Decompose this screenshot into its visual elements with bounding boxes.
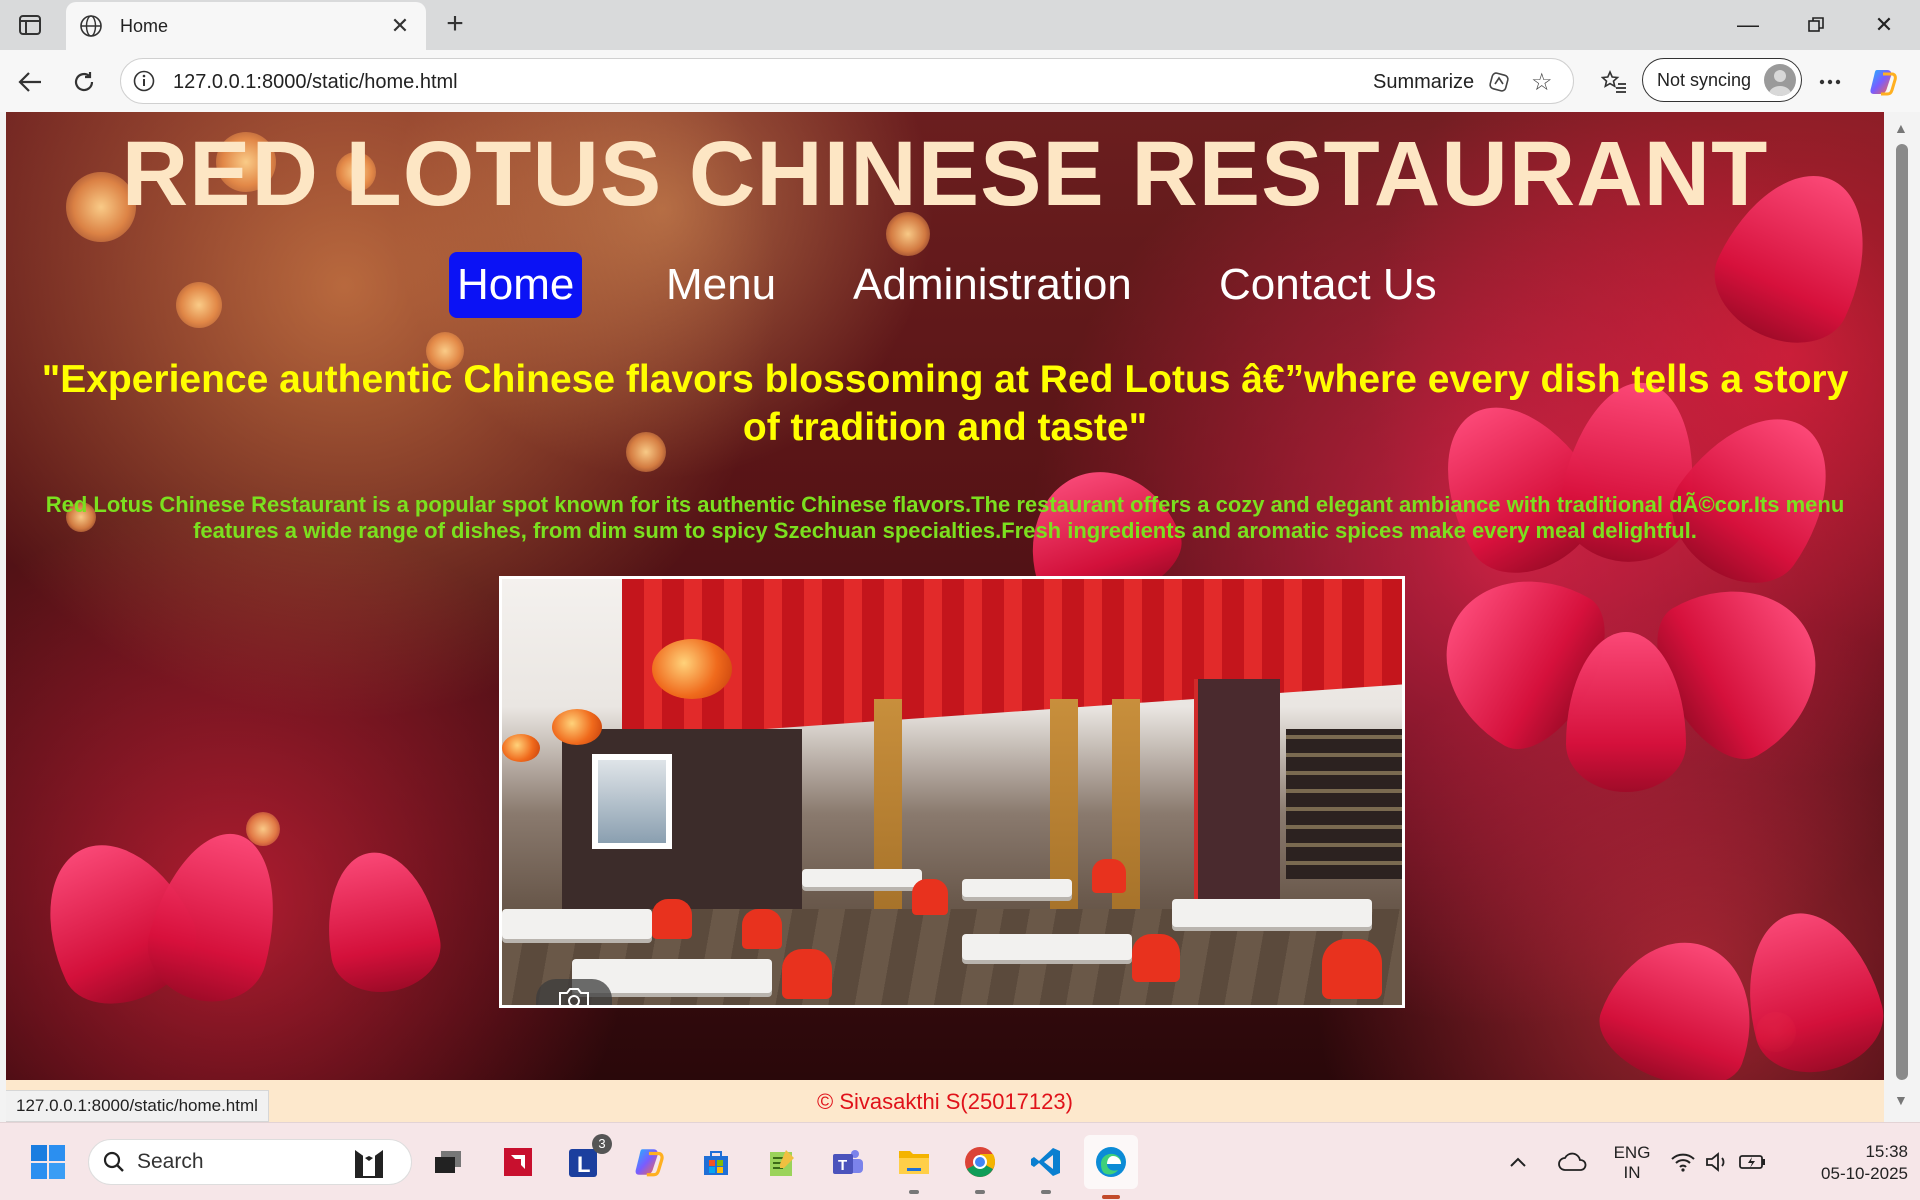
- search-label: Search: [137, 1150, 204, 1173]
- running-indicator: [975, 1190, 985, 1194]
- amd-icon[interactable]: [496, 1140, 540, 1184]
- scrollbar-thumb[interactable]: [1896, 144, 1908, 1080]
- address-bar[interactable]: 127.0.0.1:8000/static/home.html Summariz…: [120, 58, 1574, 104]
- lotus-petal: [1727, 897, 1884, 1080]
- image-chair: [1132, 934, 1180, 982]
- image-chair: [912, 879, 948, 915]
- svg-text:T: T: [838, 1157, 847, 1174]
- lang-line2: IN: [1623, 1163, 1641, 1182]
- tab-actions-icon[interactable]: [14, 12, 46, 38]
- language-indicator[interactable]: ENG IN: [1604, 1143, 1660, 1183]
- window-close-icon[interactable]: ✕: [1856, 8, 1912, 42]
- copilot-summarize-icon[interactable]: [1487, 70, 1511, 99]
- tagline: "Experience authentic Chinese flavors bl…: [41, 358, 1849, 449]
- image-chair: [742, 909, 782, 949]
- copilot-icon[interactable]: [1866, 64, 1902, 100]
- refresh-icon[interactable]: [66, 64, 102, 100]
- main-nav: Home Menu Administration Contact Us: [6, 252, 1884, 322]
- lotus-petal: [314, 843, 448, 1001]
- summarize-button[interactable]: Summarize: [1373, 71, 1474, 94]
- globe-icon: [78, 13, 104, 39]
- image-ceiling: [622, 579, 1402, 739]
- favorites-icon[interactable]: [1596, 64, 1632, 100]
- windows-taskbar: Search L 3 T ENG IN 15:38 05-10-2025: [0, 1122, 1920, 1200]
- start-icon[interactable]: [26, 1140, 70, 1184]
- image-table: [802, 869, 922, 887]
- browser-toolbar: 127.0.0.1:8000/static/home.html Summariz…: [0, 50, 1920, 112]
- restaurant-interior-image: [499, 576, 1405, 1008]
- running-indicator: [1041, 1190, 1051, 1194]
- scroll-up-icon[interactable]: ▲: [1894, 120, 1908, 136]
- running-indicator: [1102, 1195, 1120, 1199]
- lotus-petal: [1586, 920, 1776, 1080]
- clock-time: 15:38: [1865, 1142, 1908, 1161]
- notepad-icon[interactable]: [760, 1140, 804, 1184]
- back-icon[interactable]: [12, 64, 48, 100]
- vertical-scrollbar[interactable]: ▲ ▼: [1884, 112, 1920, 1122]
- lantern-icon: [652, 639, 732, 699]
- scroll-down-icon[interactable]: ▼: [1894, 1092, 1908, 1108]
- image-chair: [1322, 939, 1382, 999]
- image-table: [1172, 899, 1372, 927]
- store-icon[interactable]: [694, 1140, 738, 1184]
- restore-icon[interactable]: [1788, 8, 1844, 42]
- vscode-icon[interactable]: [1024, 1140, 1068, 1194]
- nav-administration[interactable]: Administration: [845, 252, 1140, 318]
- sync-label: Not syncing: [1657, 69, 1752, 90]
- onedrive-icon[interactable]: [1554, 1140, 1590, 1184]
- browser-tab-home[interactable]: Home ✕: [66, 2, 426, 50]
- minimize-icon[interactable]: —: [1720, 8, 1776, 42]
- url-text: 127.0.0.1:8000/static/home.html: [173, 71, 458, 93]
- new-tab-button[interactable]: +: [438, 8, 472, 40]
- volume-icon[interactable]: [1702, 1140, 1732, 1184]
- file-explorer-icon[interactable]: [892, 1140, 936, 1194]
- image-table: [502, 909, 652, 939]
- edge-icon[interactable]: [1084, 1135, 1138, 1199]
- nav-menu[interactable]: Menu: [658, 252, 784, 318]
- lantern-icon: [502, 734, 540, 762]
- status-bar-url: 127.0.0.1:8000/static/home.html: [6, 1090, 269, 1122]
- svg-text:L: L: [577, 1152, 590, 1177]
- page-footer: © Sivasakthi S(25017123): [6, 1080, 1884, 1122]
- notification-badge: 3: [592, 1134, 612, 1154]
- image-chair: [652, 899, 692, 939]
- copilot-app-icon[interactable]: [628, 1140, 672, 1184]
- info-icon[interactable]: [133, 70, 155, 97]
- wifi-icon[interactable]: [1668, 1140, 1698, 1184]
- tab-title: Home: [120, 15, 169, 36]
- tab-strip: Home ✕ + — ✕: [0, 0, 1920, 50]
- search-icon: [103, 1151, 124, 1172]
- site-title: RED LOTUS CHINESE RESTAURANT: [121, 123, 1769, 225]
- image-chair: [1092, 859, 1126, 893]
- nav-contact-us[interactable]: Contact Us: [1211, 252, 1445, 318]
- image-wine-shelf: [1286, 729, 1402, 879]
- avatar: [1764, 64, 1796, 96]
- image-chair: [782, 949, 832, 999]
- clock[interactable]: 15:38 05-10-2025: [1786, 1141, 1908, 1185]
- more-icon[interactable]: [1812, 64, 1848, 100]
- page-viewport: RED LOTUS CHINESE RESTAURANT Home Menu A…: [6, 112, 1884, 1122]
- chevron-up-icon[interactable]: [1504, 1140, 1532, 1184]
- hero-background: RED LOTUS CHINESE RESTAURANT Home Menu A…: [6, 112, 1884, 1080]
- image-table: [962, 879, 1072, 897]
- camera-icon[interactable]: [536, 979, 612, 1005]
- clock-date: 05-10-2025: [1821, 1164, 1908, 1183]
- tuxedo-icon: [349, 1146, 389, 1185]
- star-icon[interactable]: ☆: [1531, 68, 1553, 97]
- l-app-icon[interactable]: L 3: [562, 1134, 612, 1184]
- lang-line1: ENG: [1613, 1143, 1651, 1162]
- image-table: [962, 934, 1132, 960]
- description: Red Lotus Chinese Restaurant is a popula…: [45, 492, 1845, 543]
- teams-icon[interactable]: T: [826, 1140, 870, 1184]
- nav-home[interactable]: Home: [449, 252, 583, 318]
- task-view-icon[interactable]: [426, 1140, 470, 1184]
- taskbar-search[interactable]: Search: [88, 1139, 412, 1185]
- battery-icon[interactable]: [1736, 1140, 1770, 1184]
- lantern-icon: [552, 709, 602, 745]
- close-icon[interactable]: ✕: [386, 13, 414, 39]
- profile-sync-button[interactable]: Not syncing: [1642, 58, 1802, 102]
- running-indicator: [909, 1190, 919, 1194]
- image-wall-art: [592, 754, 672, 849]
- chrome-icon[interactable]: [958, 1140, 1002, 1194]
